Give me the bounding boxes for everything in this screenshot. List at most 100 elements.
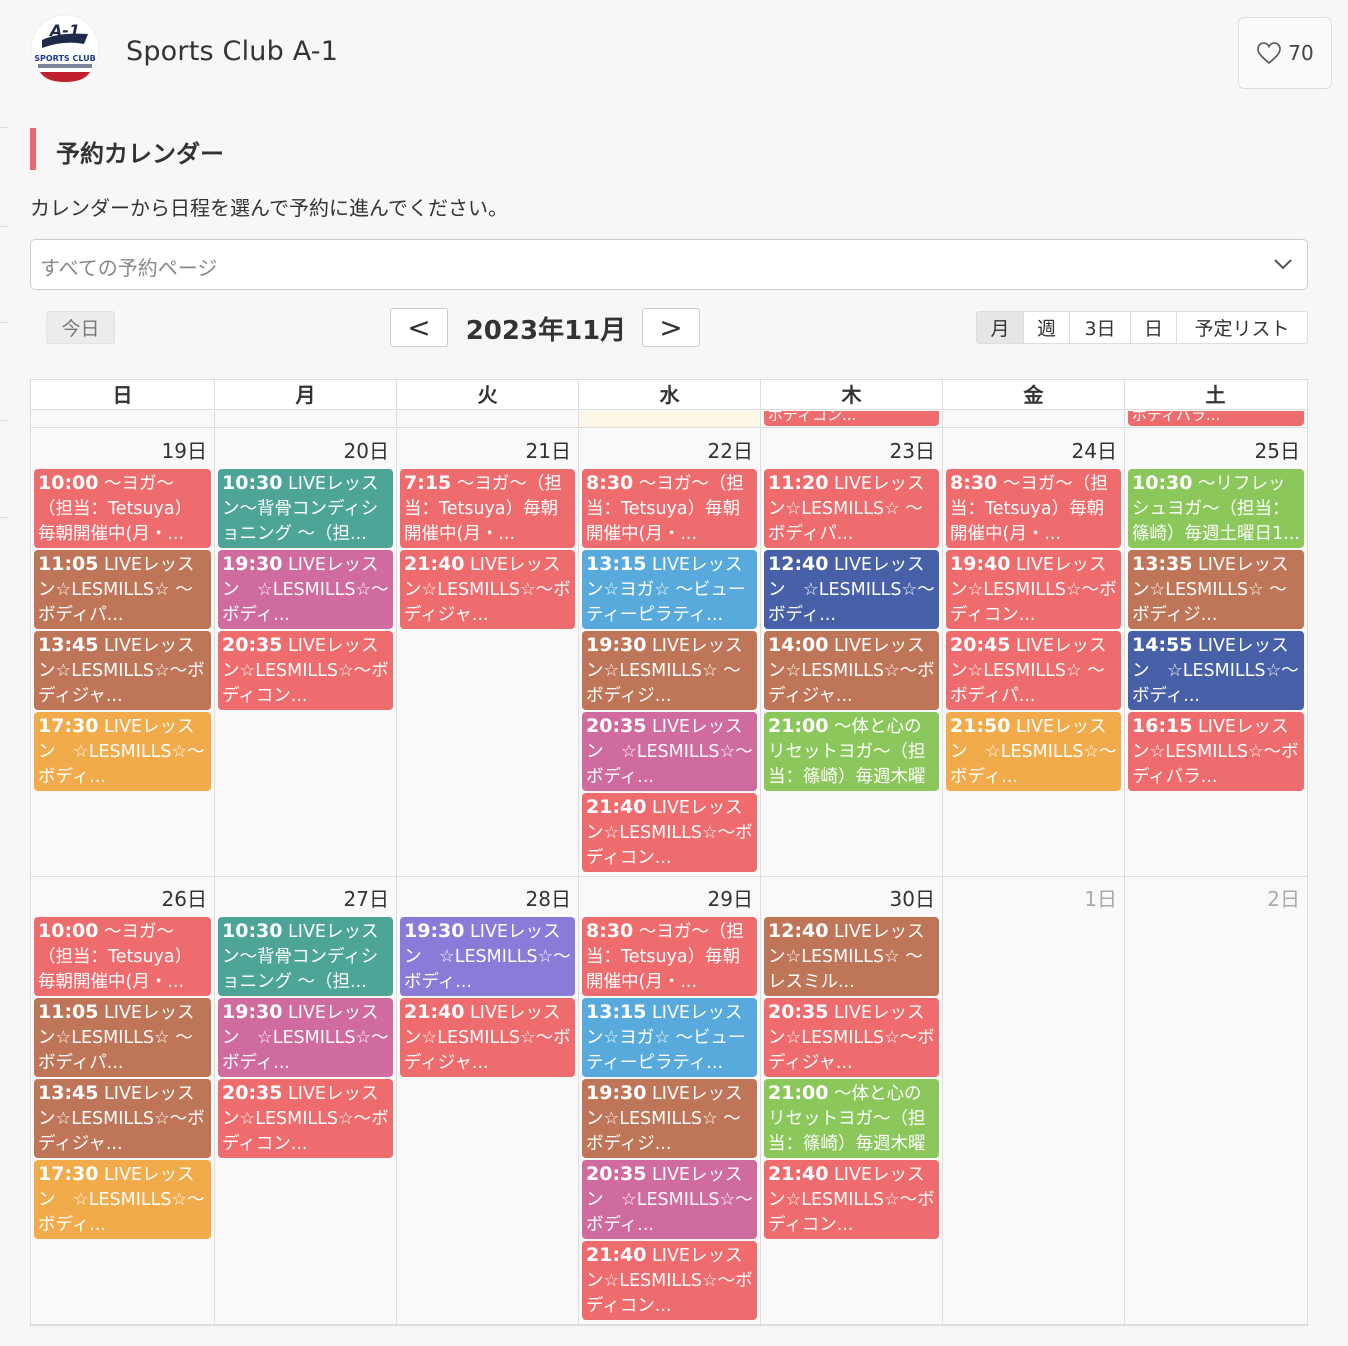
view-month-button[interactable]: 月 [977,312,1023,343]
day-cell[interactable]: 26日 10:00 ～ヨガ～（担当：Tetsuya）毎朝開催中(月・... 11:0… [31,877,214,1324]
club-logo[interactable]: A-1 SPORTS CLUB [28,14,102,84]
day-number[interactable]: 21日 [526,435,571,464]
event-list: 10:30 LIVEレッスン～背骨コンディショニング ～（担... 19:30 L… [218,469,393,712]
calendar-event[interactable]: 17:30 LIVEレッスン ☆LESMILLS☆～ボディ... [34,1160,211,1239]
previous-week-day-cell[interactable] [214,411,396,427]
calendar-event[interactable]: 16:15 LIVEレッスン☆LESMILLS☆～ボディバラ... [1128,712,1304,791]
day-cell[interactable]: 25日 10:30 ～リフレッシュヨガ～（担当：篠崎）毎週土曜日1... 13:35… [1124,429,1307,876]
calendar-event[interactable]: 19:30 LIVEレッスン ☆LESMILLS☆～ボディ... [218,998,393,1077]
calendar-event[interactable]: 13:15 LIVEレッスン☆ヨガ☆ ～ビューティーピラティ... [582,550,757,629]
day-cell[interactable]: 29日 8:30 ～ヨガ～（担当：Tetsuya）毎朝開催中(月・... 13:15… [578,877,760,1324]
view-week-button[interactable]: 週 [1023,312,1069,343]
calendar-event[interactable]: 20:45 LIVEレッスン☆LESMILLS☆ ～ボディパ... [946,631,1121,710]
calendar-event[interactable]: 19:30 LIVEレッスン ☆LESMILLS☆～ボディ... [400,917,575,996]
event-time: 20:45 [950,634,1011,656]
day-number[interactable]: 27日 [344,883,389,912]
previous-week-day-cell[interactable]: ボディコン... [760,411,942,427]
day-cell[interactable]: 24日 8:30 ～ヨガ～（担当：Tetsuya）毎朝開催中(月・... 19:40… [942,429,1124,876]
day-cell[interactable]: 23日 11:20 LIVEレッスン☆LESMILLS☆ ～ボディパ... 12:4… [760,429,942,876]
calendar-event[interactable]: 21:40 LIVEレッスン☆LESMILLS☆～ボディコン... [582,1241,757,1320]
calendar-event[interactable]: 12:40 LIVEレッスン ☆LESMILLS☆～ボディ... [764,550,939,629]
calendar-event[interactable]: 20:35 LIVEレッスン☆LESMILLS☆～ボディコン... [218,1079,393,1158]
calendar-event[interactable]: 17:30 LIVEレッスン ☆LESMILLS☆～ボディ... [34,712,211,791]
day-number[interactable]: 25日 [1255,435,1300,464]
day-cell[interactable]: 19日 10:00 ～ヨガ～（担当：Tetsuya）毎朝開催中(月・... 11:0… [31,429,214,876]
next-month-button[interactable]: > [642,308,700,347]
today-button[interactable]: 今日 [46,311,115,344]
calendar-event[interactable]: 10:30 LIVEレッスン～背骨コンディショニング ～（担... [218,469,393,548]
day-number[interactable]: 29日 [708,883,753,912]
calendar-event[interactable]: 19:30 LIVEレッスン ☆LESMILLS☆～ボディ... [218,550,393,629]
weekday-header-cell: 土 [1124,380,1306,409]
calendar-event[interactable]: 12:40 LIVEレッスン☆LESMILLS☆ ～レスミル... [764,917,939,996]
previous-week-day-cell[interactable] [396,411,578,427]
day-number[interactable]: 19日 [162,435,207,464]
calendar-event[interactable]: 19:30 LIVEレッスン☆LESMILLS☆ ～ボディジ... [582,631,757,710]
calendar-event[interactable]: 11:05 LIVEレッスン☆LESMILLS☆ ～ボディパ... [34,550,211,629]
previous-week-day-cell[interactable]: ボディバラ... [1124,411,1307,427]
logo-mark-text: A-1 [48,21,80,40]
view-list-button[interactable]: 予定リスト [1176,312,1307,343]
calendar-event[interactable]: 21:40 LIVEレッスン☆LESMILLS☆～ボディジャ... [400,550,575,629]
day-cell[interactable]: 20日 10:30 LIVEレッスン～背骨コンディショニング ～（担... 19:3… [214,429,396,876]
like-button[interactable]: 70 [1238,17,1332,89]
event-time: 10:30 [1132,472,1193,494]
day-number[interactable]: 26日 [162,883,207,912]
day-cell[interactable]: 21日 7:15 ～ヨガ～（担当：Tetsuya）毎朝開催中(月・... 21:40… [396,429,578,876]
calendar-event[interactable]: 14:00 LIVEレッスン☆LESMILLS☆～ボディジャ... [764,631,939,710]
calendar-event[interactable]: 10:00 ～ヨガ～（担当：Tetsuya）毎朝開催中(月・... [34,469,211,548]
day-cell[interactable]: 2日 [1124,877,1307,1324]
calendar-event[interactable]: 10:30 LIVEレッスン～背骨コンディショニング ～（担... [218,917,393,996]
calendar-event[interactable]: 21:40 LIVEレッスン☆LESMILLS☆～ボディコン... [764,1160,939,1239]
day-cell[interactable]: 1日 [942,877,1124,1324]
calendar-event[interactable]: 13:15 LIVEレッスン☆ヨガ☆ ～ビューティーピラティ... [582,998,757,1077]
previous-week-day-cell[interactable] [942,411,1124,427]
day-number[interactable]: 22日 [708,435,753,464]
day-number[interactable]: 20日 [344,435,389,464]
previous-week-day-cell[interactable] [578,411,760,427]
day-number[interactable]: 24日 [1072,435,1117,464]
day-cell[interactable]: 28日 19:30 LIVEレッスン ☆LESMILLS☆～ボディ... 21:40… [396,877,578,1324]
section-accent-bar [30,128,36,170]
day-cell[interactable]: 22日 8:30 ～ヨガ～（担当：Tetsuya）毎朝開催中(月・... 13:15… [578,429,760,876]
calendar-event[interactable]: 20:35 LIVEレッスン☆LESMILLS☆～ボディコン... [218,631,393,710]
calendar-event[interactable]: 7:15 ～ヨガ～（担当：Tetsuya）毎朝開催中(月・... [400,469,575,548]
calendar-event[interactable]: 13:45 LIVEレッスン☆LESMILLS☆～ボディジャ... [34,631,211,710]
site-title[interactable]: Sports Club A-1 [126,36,338,67]
calendar-event[interactable]: 11:20 LIVEレッスン☆LESMILLS☆ ～ボディパ... [764,469,939,548]
event-time: 8:30 [586,472,634,494]
calendar-event[interactable]: 21:00 ～体と心のリセットヨガ～（担当：篠崎）毎週木曜日... [764,1079,939,1158]
calendar-event[interactable]: 8:30 ～ヨガ～（担当：Tetsuya）毎朝開催中(月・... [582,469,757,548]
calendar-event[interactable]: 21:40 LIVEレッスン☆LESMILLS☆～ボディジャ... [400,998,575,1077]
calendar-event[interactable]: 13:45 LIVEレッスン☆LESMILLS☆～ボディジャ... [34,1079,211,1158]
prev-month-button[interactable]: < [390,308,448,347]
previous-week-day-cell[interactable] [31,411,214,427]
calendar-event[interactable]: 14:55 LIVEレッスン ☆LESMILLS☆～ボディ... [1128,631,1304,710]
view-3day-button[interactable]: 3日 [1069,312,1130,343]
calendar-event[interactable]: ボディバラ... [1128,411,1304,426]
calendar-event[interactable]: ボディコン... [764,411,939,426]
calendar-event[interactable]: 21:50 LIVEレッスン ☆LESMILLS☆～ボディ... [946,712,1121,791]
calendar-event[interactable]: 20:35 LIVEレッスン☆LESMILLS☆～ボディジャ... [764,998,939,1077]
booking-page-select[interactable]: すべての予約ページ [30,239,1308,290]
calendar-event[interactable]: 8:30 ～ヨガ～（担当：Tetsuya）毎朝開催中(月・... [946,469,1121,548]
calendar-event[interactable]: 21:40 LIVEレッスン☆LESMILLS☆～ボディコン... [582,793,757,872]
calendar-event[interactable]: 8:30 ～ヨガ～（担当：Tetsuya）毎朝開催中(月・... [582,917,757,996]
day-cell[interactable]: 27日 10:30 LIVEレッスン～背骨コンディショニング ～（担... 19:3… [214,877,396,1324]
calendar-event[interactable]: 11:05 LIVEレッスン☆LESMILLS☆ ～ボディパ... [34,998,211,1077]
day-number[interactable]: 1日 [1084,883,1117,912]
calendar-event[interactable]: 21:00 ～体と心のリセットヨガ～（担当：篠崎）毎週木曜日... [764,712,939,791]
calendar-event[interactable]: 10:00 ～ヨガ～（担当：Tetsuya）毎朝開催中(月・... [34,917,211,996]
calendar-event[interactable]: 19:30 LIVEレッスン☆LESMILLS☆ ～ボディジ... [582,1079,757,1158]
day-cell[interactable]: 30日 12:40 LIVEレッスン☆LESMILLS☆ ～レスミル... 20:3… [760,877,942,1324]
day-number[interactable]: 30日 [890,883,935,912]
calendar-event[interactable]: 20:35 LIVEレッスン ☆LESMILLS☆～ボディ... [582,712,757,791]
calendar-event[interactable]: 19:40 LIVEレッスン☆LESMILLS☆～ボディコン... [946,550,1121,629]
calendar-event[interactable]: 10:30 ～リフレッシュヨガ～（担当：篠崎）毎週土曜日1... [1128,469,1304,548]
calendar-event[interactable]: 13:35 LIVEレッスン☆LESMILLS☆ ～ボディジ... [1128,550,1304,629]
calendar-event[interactable]: 20:35 LIVEレッスン ☆LESMILLS☆～ボディ... [582,1160,757,1239]
day-number[interactable]: 23日 [890,435,935,464]
day-number[interactable]: 28日 [526,883,571,912]
view-day-button[interactable]: 日 [1130,312,1176,343]
day-number[interactable]: 2日 [1267,883,1300,912]
